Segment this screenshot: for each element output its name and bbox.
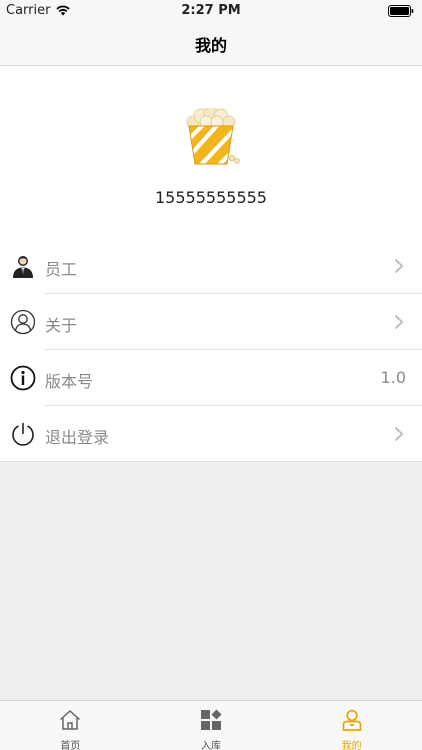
- page-title: 我的: [194, 35, 227, 55]
- home-icon: [60, 709, 81, 730]
- power-icon: [12, 423, 34, 446]
- menu-item-version: 版本号 1.0: [0, 350, 422, 406]
- about-icon: [10, 309, 36, 335]
- chevron-right-icon: [394, 426, 404, 442]
- phone-number: 15555555555: [155, 188, 267, 207]
- chevron-right-icon: [394, 314, 404, 330]
- popcorn-icon[interactable]: [183, 108, 243, 170]
- version-value: 1.0: [380, 368, 406, 387]
- menu-item-employee[interactable]: 员工: [0, 238, 422, 294]
- tab-mine[interactable]: 我的: [281, 701, 422, 750]
- inventory-icon: [201, 709, 222, 730]
- status-bar: Carrier 2:27 PM: [0, 0, 422, 22]
- employee-icon: [13, 256, 33, 278]
- menu-item-about[interactable]: 关于: [0, 294, 422, 350]
- status-right: [388, 5, 414, 21]
- tab-label-home: 首页: [60, 741, 81, 750]
- menu-label-logout: 退出登录: [45, 428, 110, 447]
- profile-header: 15555555555: [0, 66, 422, 238]
- info-icon: [10, 365, 36, 391]
- tab-bar: 首页 入库 我的: [0, 700, 422, 750]
- nav-bar: 我的: [0, 22, 422, 66]
- settings-menu: 员工 关于 版本号 1.0 退出登录: [0, 238, 422, 462]
- menu-label-employee: 员工: [45, 260, 78, 279]
- battery-icon: [388, 5, 414, 17]
- tab-inventory[interactable]: 入库: [141, 701, 282, 750]
- user-icon: [342, 709, 362, 731]
- chevron-right-icon: [394, 258, 404, 274]
- tab-label-mine: 我的: [341, 741, 362, 750]
- tab-home[interactable]: 首页: [0, 701, 141, 750]
- status-time: 2:27 PM: [181, 3, 241, 18]
- menu-label-about: 关于: [45, 316, 78, 335]
- tab-label-inventory: 入库: [201, 741, 221, 750]
- menu-label-version: 版本号: [45, 372, 94, 391]
- menu-item-logout[interactable]: 退出登录: [0, 406, 422, 462]
